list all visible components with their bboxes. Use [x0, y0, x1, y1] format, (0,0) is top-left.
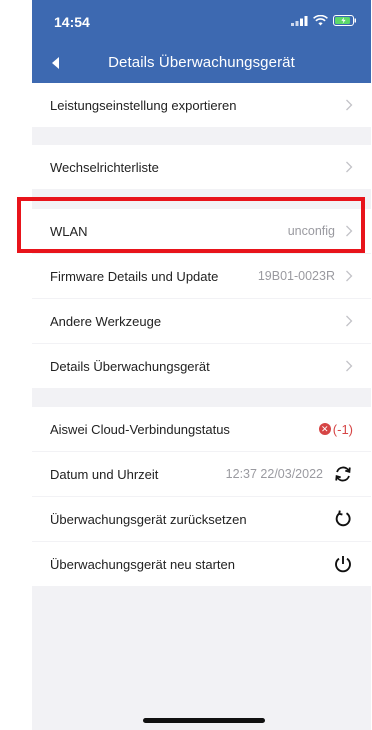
- row-restart-device[interactable]: Überwachungsgerät neu starten: [32, 542, 371, 586]
- row-device-details[interactable]: Details Überwachungsgerät: [32, 344, 371, 388]
- wifi-icon: [313, 15, 328, 26]
- row-inverter-list[interactable]: Wechselrichterliste: [32, 145, 371, 189]
- row-other-tools[interactable]: Andere Werkzeuge: [32, 299, 371, 343]
- signal-icon: [291, 15, 308, 26]
- chevron-right-icon: [346, 315, 353, 327]
- battery-icon: [333, 15, 356, 26]
- cloud-status-value: (-1): [332, 421, 353, 437]
- chevron-right-icon: [346, 99, 353, 111]
- row-value: 19B01-0023R: [257, 269, 335, 283]
- row-label: Datum und Uhrzeit: [50, 466, 159, 482]
- cloud-status-badge: ✕ (-1): [318, 421, 353, 437]
- chevron-right-icon: [346, 270, 353, 282]
- row-value: 12:37 22/03/2022: [225, 467, 323, 481]
- row-date-time[interactable]: Datum und Uhrzeit 12:37 22/03/2022: [32, 452, 371, 496]
- row-cloud-status[interactable]: Aiswei Cloud-Verbindungstatus ✕ (-1): [32, 407, 371, 451]
- row-label: Firmware Details und Update: [50, 268, 219, 284]
- row-export-settings[interactable]: Leistungseinstellung exportieren: [32, 83, 371, 127]
- row-label: Überwachungsgerät neu starten: [50, 556, 236, 572]
- chevron-right-icon: [346, 161, 353, 173]
- row-label: Leistungseinstellung exportieren: [50, 97, 237, 113]
- highlight-box: [17, 197, 365, 253]
- chevron-right-icon: [346, 360, 353, 372]
- row-label: Andere Werkzeuge: [50, 313, 162, 329]
- row-label: Details Überwachungsgerät: [50, 358, 210, 374]
- row-firmware[interactable]: Firmware Details und Update 19B01-0023R: [32, 254, 371, 298]
- row-reset-device[interactable]: Überwachungsgerät zurücksetzen: [32, 497, 371, 541]
- status-time: 14:54: [54, 14, 90, 30]
- error-x-icon: ✕: [318, 423, 331, 435]
- power-icon[interactable]: [333, 554, 353, 574]
- home-indicator: [143, 718, 265, 723]
- row-label: Aiswei Cloud-Verbindungstatus: [50, 421, 230, 437]
- status-icons: [291, 15, 357, 26]
- page-title: Details Überwachungsgerät: [108, 54, 295, 71]
- app-header: 14:54 Details Überwachungsgerät: [32, 0, 371, 89]
- row-label: Überwachungsgerät zurücksetzen: [50, 511, 247, 527]
- sync-icon[interactable]: [333, 464, 353, 484]
- reset-icon[interactable]: [333, 509, 353, 529]
- phone-screen: 14:54 Details Überwachungsgerät Leistung…: [32, 0, 371, 730]
- row-label: Wechselrichterliste: [50, 159, 159, 175]
